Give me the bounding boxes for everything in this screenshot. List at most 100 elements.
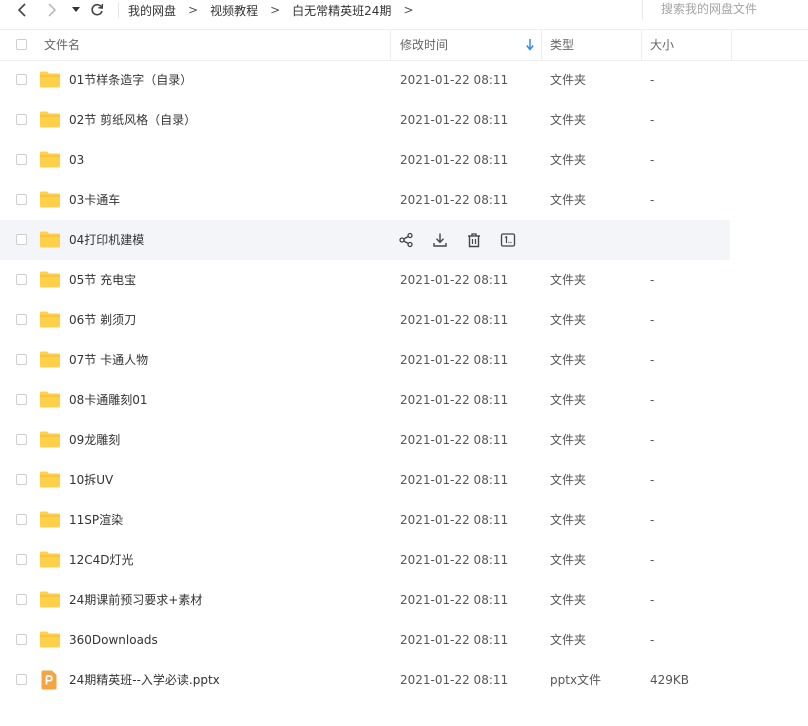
breadcrumb-separator[interactable]: > <box>403 3 413 17</box>
row-checkbox[interactable] <box>16 354 27 365</box>
file-row[interactable]: 08卡通雕刻01 2021-01-22 08:11 文件夹 - <box>0 380 808 420</box>
breadcrumb: 我的网盘 > 视频教程 > 白无常精英班24期 > <box>128 0 426 20</box>
refresh-icon <box>91 3 104 16</box>
file-name[interactable]: 11SP渲染 <box>69 500 123 540</box>
row-checkbox[interactable] <box>16 514 27 525</box>
modified-time: 2021-01-22 08:11 <box>400 633 509 647</box>
row-checkbox[interactable] <box>16 394 27 405</box>
folder-icon <box>40 151 60 168</box>
file-size: - <box>650 73 655 87</box>
column-divider[interactable] <box>641 30 642 60</box>
file-name[interactable]: 02节 剪纸风格（自录） <box>69 100 196 140</box>
file-size: - <box>650 393 655 407</box>
file-row[interactable]: 09龙雕刻 2021-01-22 08:11 文件夹 - <box>0 420 808 460</box>
folder-icon <box>40 391 60 408</box>
navigation-bar: 我的网盘 > 视频教程 > 白无常精英班24期 > <box>0 0 808 20</box>
file-row[interactable]: 360Downloads 2021-01-22 08:11 文件夹 - <box>0 620 808 660</box>
file-type: 文件夹 <box>550 513 587 527</box>
file-type: 文件夹 <box>550 273 587 287</box>
row-checkbox[interactable] <box>16 594 27 605</box>
file-name[interactable]: 24期精英班--入学必读.pptx <box>69 660 220 700</box>
share-icon <box>399 232 413 248</box>
file-size: - <box>650 473 655 487</box>
modified-time: 2021-01-22 08:11 <box>400 393 509 407</box>
column-divider[interactable] <box>731 30 732 60</box>
file-name[interactable]: 08卡通雕刻01 <box>69 380 148 420</box>
folder-icon <box>40 231 60 248</box>
file-name[interactable]: 24期课前预习要求+素材 <box>69 580 202 620</box>
file-name[interactable]: 04打印机建模 <box>69 220 144 260</box>
download-icon <box>433 233 447 247</box>
file-size: - <box>650 433 655 447</box>
file-row[interactable]: 05节 充电宝 2021-01-22 08:11 文件夹 - <box>0 260 808 300</box>
row-checkbox[interactable] <box>16 634 27 645</box>
row-checkbox[interactable] <box>16 674 27 685</box>
file-name[interactable]: 360Downloads <box>69 620 158 660</box>
file-row[interactable]: 24期精英班--入学必读.pptx 2021-01-22 08:11 pptx文… <box>0 660 808 700</box>
forward-button[interactable] <box>42 0 62 20</box>
modified-time: 2021-01-22 08:11 <box>400 153 509 167</box>
file-name[interactable]: 12C4D灯光 <box>69 540 134 580</box>
folder-icon <box>40 351 60 368</box>
column-header-type[interactable]: 类型 <box>550 30 574 60</box>
breadcrumb-item-current[interactable]: 白无常精英班24期 <box>292 2 391 19</box>
modified-time: 2021-01-22 08:11 <box>400 273 509 287</box>
row-checkbox[interactable] <box>16 114 27 125</box>
breadcrumb-item[interactable]: 我的网盘 <box>128 2 176 19</box>
refresh-button[interactable] <box>86 0 108 20</box>
file-name[interactable]: 05节 充电宝 <box>69 260 136 300</box>
file-row[interactable]: 01节样条造字（自录） 2021-01-22 08:11 文件夹 - <box>0 60 808 100</box>
breadcrumb-item[interactable]: 视频教程 <box>210 2 258 19</box>
file-name[interactable]: 01节样条造字（自录） <box>69 60 192 100</box>
file-name[interactable]: 06节 剃须刀 <box>69 300 136 340</box>
delete-button[interactable] <box>466 232 482 248</box>
search-box <box>642 0 808 20</box>
row-checkbox[interactable] <box>16 154 27 165</box>
search-input[interactable] <box>661 1 801 17</box>
file-size: 429KB <box>650 673 690 687</box>
file-row[interactable]: 03 2021-01-22 08:11 文件夹 - <box>0 140 808 180</box>
sort-descending-icon[interactable] <box>526 39 534 51</box>
share-button[interactable] <box>398 232 414 248</box>
row-checkbox[interactable] <box>16 74 27 85</box>
file-name[interactable]: 07节 卡通人物 <box>69 340 148 380</box>
file-row-hovered[interactable]: 04打印机建模 <box>0 220 730 260</box>
file-row[interactable]: 11SP渲染 2021-01-22 08:11 文件夹 - <box>0 500 808 540</box>
rename-button[interactable] <box>500 232 516 248</box>
file-name[interactable]: 03卡通车 <box>69 180 120 220</box>
row-checkbox[interactable] <box>16 474 27 485</box>
file-row[interactable]: 02节 剪纸风格（自录） 2021-01-22 08:11 文件夹 - <box>0 100 808 140</box>
file-row[interactable]: 06节 剃须刀 2021-01-22 08:11 文件夹 - <box>0 300 808 340</box>
select-all-checkbox[interactable] <box>16 39 27 50</box>
file-row[interactable]: 24期课前预习要求+素材 2021-01-22 08:11 文件夹 - <box>0 580 808 620</box>
back-button[interactable] <box>12 0 32 20</box>
column-divider[interactable] <box>390 30 391 60</box>
row-checkbox[interactable] <box>16 194 27 205</box>
row-checkbox[interactable] <box>16 554 27 565</box>
column-header-size[interactable]: 大小 <box>650 30 674 60</box>
file-type: 文件夹 <box>550 553 587 567</box>
nav-divider <box>118 2 119 18</box>
file-name[interactable]: 03 <box>69 140 84 180</box>
file-row[interactable]: 03卡通车 2021-01-22 08:11 文件夹 - <box>0 180 808 220</box>
file-name[interactable]: 10拆UV <box>69 460 113 500</box>
column-header-modified[interactable]: 修改时间 <box>400 30 448 60</box>
file-row[interactable]: 12C4D灯光 2021-01-22 08:11 文件夹 - <box>0 540 808 580</box>
row-checkbox[interactable] <box>16 274 27 285</box>
file-type: 文件夹 <box>550 193 587 207</box>
row-checkbox[interactable] <box>16 434 27 445</box>
column-divider[interactable] <box>541 30 542 60</box>
file-type: 文件夹 <box>550 593 587 607</box>
history-dropdown-button[interactable] <box>68 0 84 20</box>
row-checkbox[interactable] <box>16 234 27 245</box>
row-checkbox[interactable] <box>16 314 27 325</box>
file-row[interactable]: 07节 卡通人物 2021-01-22 08:11 文件夹 - <box>0 340 808 380</box>
folder-icon <box>40 591 60 608</box>
column-header-name[interactable]: 文件名 <box>44 30 80 60</box>
file-name[interactable]: 09龙雕刻 <box>69 420 120 460</box>
caret-down-icon <box>72 7 80 12</box>
folder-icon <box>40 111 60 128</box>
download-button[interactable] <box>432 232 448 248</box>
folder-icon <box>40 311 60 328</box>
file-row[interactable]: 10拆UV 2021-01-22 08:11 文件夹 - <box>0 460 808 500</box>
